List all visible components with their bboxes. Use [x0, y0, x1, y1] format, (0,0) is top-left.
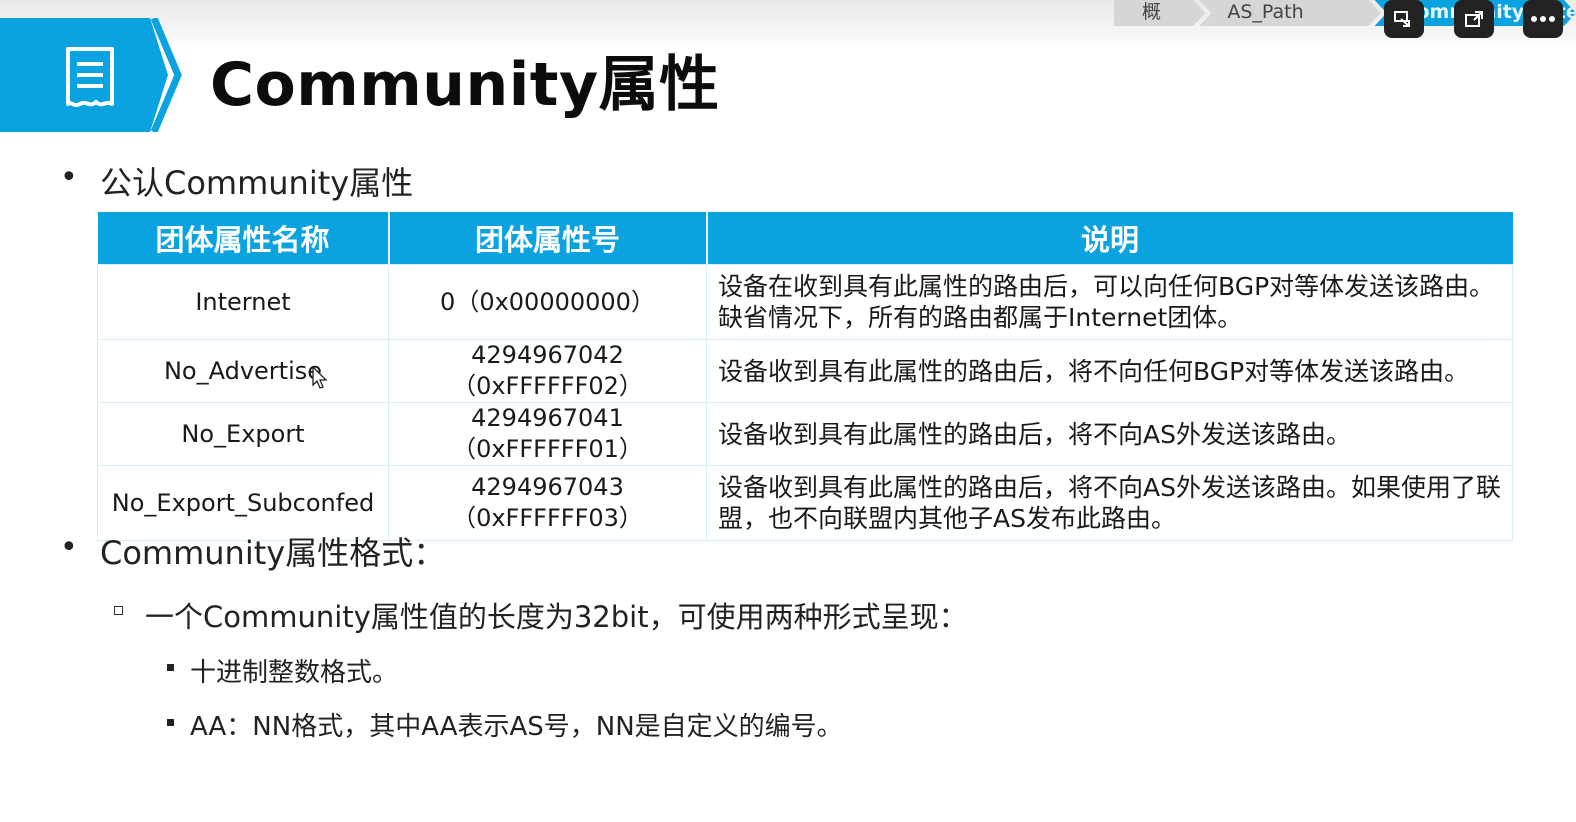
mouse-cursor-icon: [312, 366, 328, 389]
popout-button[interactable]: [1454, 0, 1494, 38]
square-bullet-icon: [114, 606, 123, 615]
table-row: No_Export 4294967041（0xFFFFFF01） 设备收到具有此…: [97, 402, 1513, 466]
more-button[interactable]: [1523, 0, 1563, 38]
popout-icon: [1465, 11, 1483, 27]
format-description: 一个Community属性值的长度为32bit，可使用两种形式呈现：: [145, 600, 968, 634]
breadcrumb-item-as-path-filter[interactable]: AS_Path Filter: [1199, 0, 1380, 26]
cell-name: No_Export: [97, 402, 389, 466]
table-row: No_Advertise 4294967042（0xFFFFFF02） 设备收到…: [97, 339, 1513, 403]
table-header-row: 团体属性名称 团体属性号 说明: [97, 212, 1513, 265]
bullet: •: [60, 160, 78, 195]
cell-name: No_Advertise: [97, 339, 389, 403]
page-title: Community属性: [210, 50, 720, 120]
column-header-description: 说明: [706, 212, 1513, 265]
cell-description: 设备收到具有此属性的路由后，将不向AS外发送该路由。如果使用了联盟，也不向联盟内…: [706, 465, 1513, 541]
cell-description: 设备收到具有此属性的路由后，将不向任何BGP对等体发送该路由。: [706, 339, 1513, 403]
format-item-decimal: 十进制整数格式。: [190, 658, 399, 688]
breadcrumb: 概述 AS_Path Filter Community Filter: [1114, 0, 1576, 26]
cell-number: 4294967042（0xFFFFFF02）: [388, 339, 707, 403]
header-chevron: [150, 18, 182, 132]
community-table: 团体属性名称 团体属性号 说明 Internet 0（0x00000000） 设…: [97, 212, 1513, 541]
document-icon: [66, 47, 114, 108]
column-header-number: 团体属性号: [388, 212, 708, 265]
cell-description: 设备在收到具有此属性的路由后，可以向任何BGP对等体发送该路由。缺省情况下，所有…: [706, 264, 1513, 340]
breadcrumb-item-overview[interactable]: 概述: [1114, 0, 1205, 26]
section-heading-format: Community属性格式：: [100, 534, 446, 572]
picture-in-picture-button[interactable]: [1384, 0, 1424, 38]
table-row: Internet 0（0x00000000） 设备在收到具有此属性的路由后，可以…: [97, 264, 1513, 340]
picture-in-picture-icon: [1394, 11, 1410, 27]
bullet: •: [60, 530, 78, 565]
cell-number: 4294967041（0xFFFFFF01）: [388, 402, 707, 466]
filled-bullet-icon: [167, 664, 174, 671]
column-header-name: 团体属性名称: [97, 212, 390, 265]
section-heading-well-known: 公认Community属性: [100, 164, 414, 202]
filled-bullet-icon: [167, 719, 174, 726]
cell-description: 设备收到具有此属性的路由后，将不向AS外发送该路由。: [706, 402, 1513, 466]
cell-name: Internet: [97, 264, 389, 340]
format-item-aa-nn: AA：NN格式，其中AA表示AS号，NN是自定义的编号。: [190, 712, 843, 742]
cell-number: 0（0x00000000）: [388, 264, 707, 340]
more-icon: [1531, 16, 1555, 22]
